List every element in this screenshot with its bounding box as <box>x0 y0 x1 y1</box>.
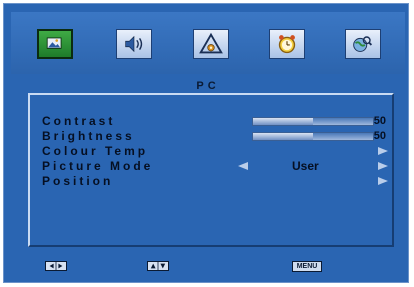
help-bar: MENU <box>11 251 405 279</box>
left-right-keys <box>45 261 67 271</box>
menu-title: PC <box>196 80 220 92</box>
picture-mode-value: User <box>292 159 319 173</box>
contrast-label: Contrast <box>42 114 116 128</box>
setup-icon <box>199 32 223 54</box>
tab-option[interactable] <box>345 29 381 59</box>
picture-mode-arrow-left-icon[interactable] <box>238 162 248 170</box>
brightness-value: 50 <box>373 130 386 142</box>
speaker-icon <box>125 35 143 53</box>
setting-brightness[interactable]: Brightness 50 <box>42 130 390 143</box>
osd-menu-frame: PC Contrast 50 Brightness 50 Colour Temp… <box>3 3 409 283</box>
contrast-slider-fill <box>253 118 313 125</box>
setting-colour-temp[interactable]: Colour Temp <box>42 145 390 158</box>
left-right-arrows-icon <box>49 262 63 270</box>
brightness-slider-fill <box>253 133 313 140</box>
settings-panel: Contrast 50 Brightness 50 Colour Temp Pi… <box>28 93 394 247</box>
globe-search-icon <box>353 36 373 52</box>
setting-picture-mode[interactable]: Picture Mode User <box>42 160 390 173</box>
tab-sound[interactable] <box>116 29 152 59</box>
position-arrow-right-icon[interactable] <box>378 177 388 185</box>
setting-position[interactable]: Position <box>42 175 390 188</box>
picture-mode-arrow-right-icon[interactable] <box>378 162 388 170</box>
brightness-slider[interactable] <box>252 132 374 141</box>
menu-tab-bar <box>11 12 405 74</box>
setting-contrast[interactable]: Contrast 50 <box>42 115 390 128</box>
tab-timer[interactable] <box>269 29 305 59</box>
picture-mode-label: Picture Mode <box>42 159 154 173</box>
up-down-keys <box>147 261 169 271</box>
brightness-label: Brightness <box>42 129 135 143</box>
tab-setup[interactable] <box>193 29 229 59</box>
tab-picture[interactable] <box>37 29 73 59</box>
colour-temp-label: Colour Temp <box>42 144 149 158</box>
colour-temp-arrow-right-icon[interactable] <box>378 147 388 155</box>
alarm-clock-icon <box>278 35 296 54</box>
contrast-value: 50 <box>373 115 386 127</box>
menu-key: MENU <box>292 261 322 272</box>
contrast-slider[interactable] <box>252 117 374 126</box>
picture-icon <box>46 37 62 49</box>
up-down-arrows-icon <box>150 262 166 270</box>
position-label: Position <box>42 174 114 188</box>
